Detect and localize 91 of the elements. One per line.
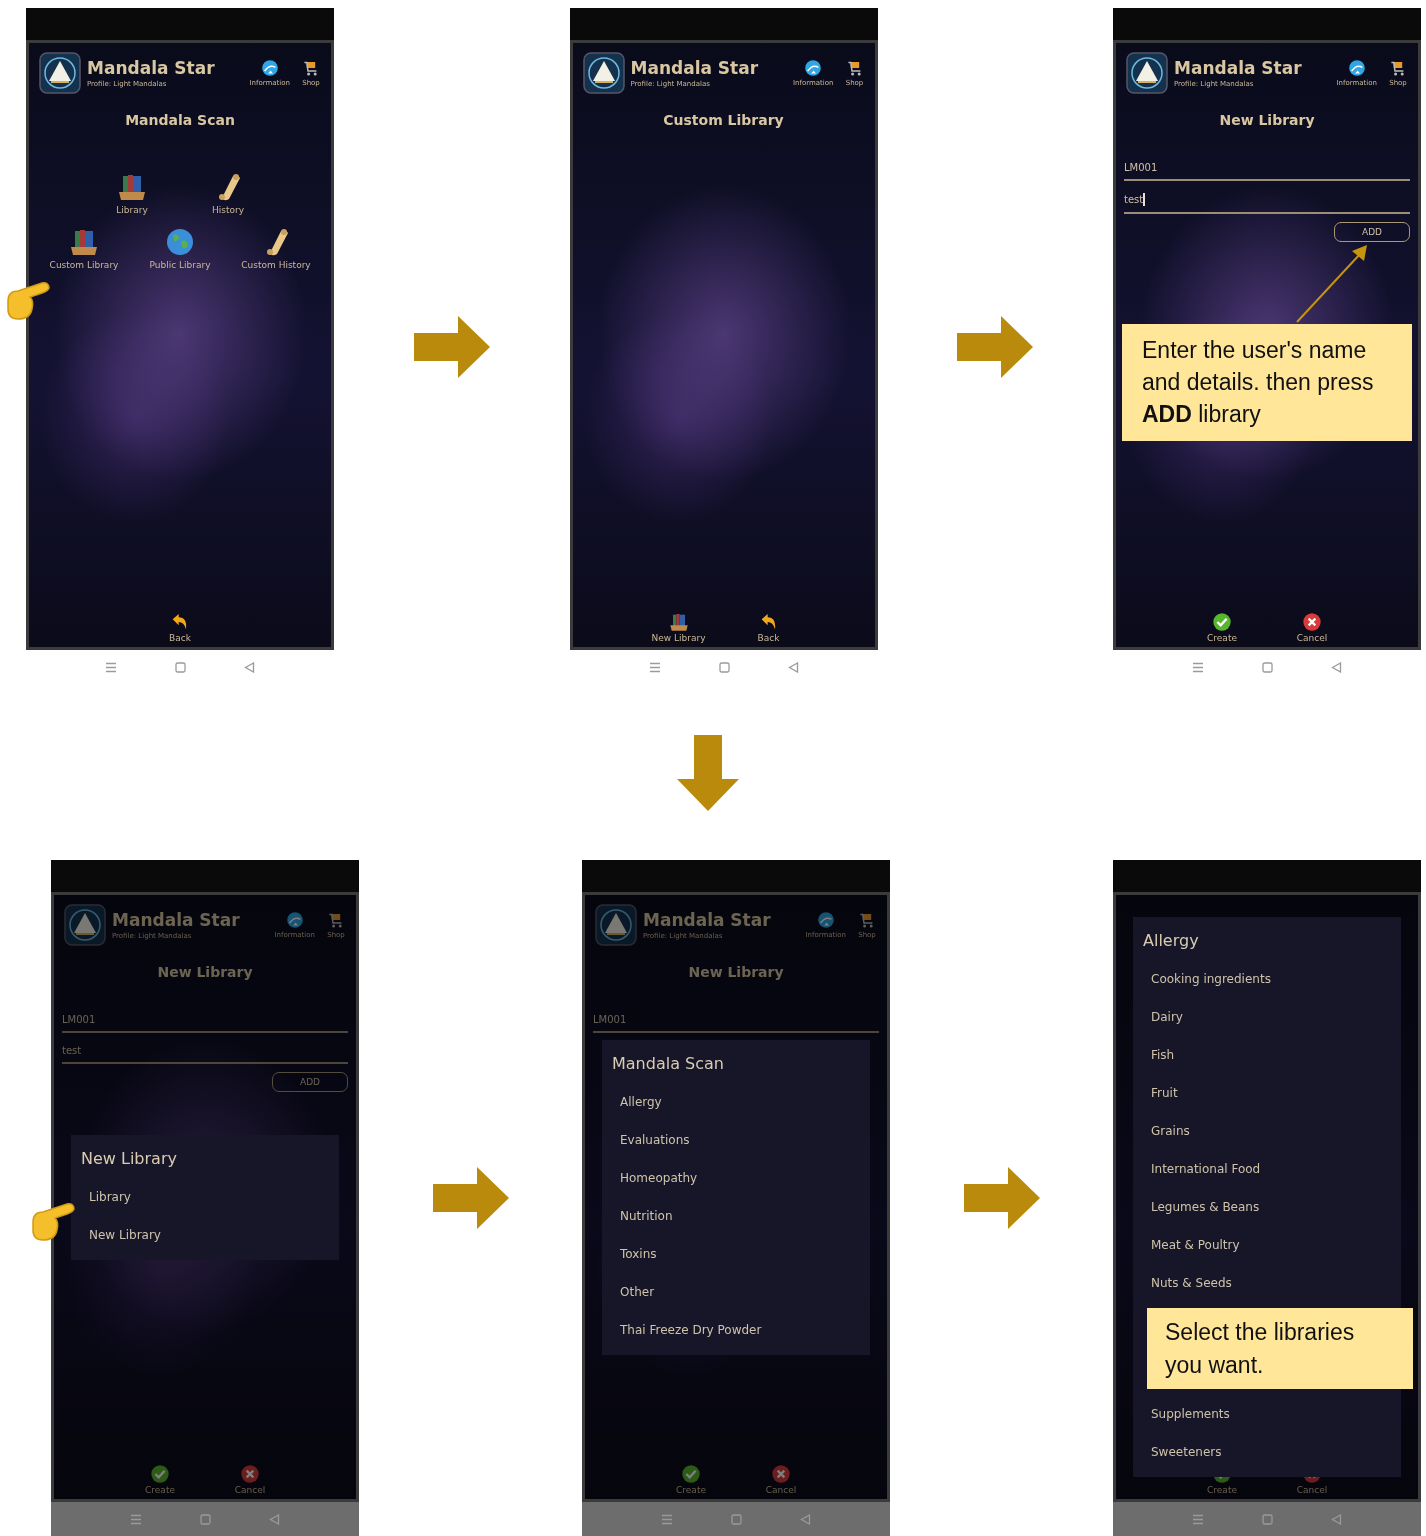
menu-item[interactable]: History: [180, 172, 276, 215]
home-icon[interactable]: [175, 662, 186, 673]
page-title: New Library: [156, 964, 254, 980]
globe-icon: [165, 227, 195, 257]
dialog-item[interactable]: Library: [71, 1177, 339, 1216]
check-icon: [150, 1464, 170, 1484]
dialog-item[interactable]: Meat & Poultry: [1133, 1226, 1401, 1265]
home-icon[interactable]: [731, 1513, 742, 1525]
dialog-item[interactable]: Evaluations: [602, 1120, 870, 1159]
menu-item[interactable]: Custom Library: [36, 227, 132, 270]
menu-item[interactable]: Library: [84, 172, 180, 215]
dialog-item[interactable]: Fish: [1133, 1036, 1401, 1075]
dialog-item[interactable]: Thai Freeze Dry Powder: [602, 1310, 870, 1349]
back-icon[interactable]: [1331, 662, 1342, 673]
instruction-callout: Select the libraries you want.: [1147, 1308, 1413, 1389]
books-icon: [668, 612, 689, 632]
page-title: Custom Library: [662, 112, 785, 128]
menu-icon[interactable]: [661, 1513, 673, 1525]
page-title: New Library: [687, 964, 785, 980]
logo-icon: [595, 904, 637, 946]
logo-icon: [64, 904, 106, 946]
menu-icon[interactable]: [1192, 1513, 1204, 1525]
action-button[interactable]: Back: [738, 612, 799, 643]
books-icon: [69, 227, 99, 257]
menu-icon[interactable]: [648, 662, 661, 673]
dialog-item[interactable]: Nutrition: [602, 1196, 870, 1235]
menu-icon[interactable]: [105, 662, 117, 673]
home-icon[interactable]: [1262, 1513, 1273, 1525]
menu-icon[interactable]: [130, 1513, 142, 1525]
dialog-item[interactable]: Toxins: [602, 1234, 870, 1273]
dialog-item[interactable]: Allergy: [602, 1082, 870, 1121]
home-icon[interactable]: [1262, 662, 1273, 673]
logo-icon: [39, 52, 81, 94]
dialog-item[interactable]: Homeopathy: [602, 1158, 870, 1197]
logo-icon: [582, 52, 625, 94]
back-icon[interactable]: [787, 662, 799, 673]
menu-item[interactable]: Public Library: [132, 227, 228, 270]
home-icon[interactable]: [200, 1513, 211, 1525]
menu-icon[interactable]: [1192, 662, 1204, 673]
cancel-icon: [771, 1464, 791, 1484]
action-button[interactable]: Back: [150, 612, 210, 643]
check-icon: [1212, 612, 1232, 632]
cart-icon: [327, 911, 345, 929]
page-title: New Library: [1218, 112, 1316, 128]
dialog-item[interactable]: Dairy: [1133, 998, 1401, 1037]
books-icon: [117, 172, 147, 202]
cart-icon: [1389, 59, 1407, 77]
cart-icon: [302, 59, 320, 77]
dialog-item[interactable]: Legumes & Beans: [1133, 1188, 1401, 1227]
dialog-item[interactable]: Cooking ingredients: [1133, 960, 1401, 999]
dialog-item[interactable]: Grains: [1133, 1112, 1401, 1151]
info-globe-icon: [816, 911, 835, 929]
add-button[interactable]: ADD: [1334, 222, 1410, 242]
dialog-item[interactable]: Supplements: [1133, 1394, 1401, 1433]
text-field[interactable]: test: [1124, 181, 1410, 214]
cancel-icon: [240, 1464, 260, 1484]
logo-icon: [1126, 52, 1168, 94]
app-title: Mandala Star: [1174, 58, 1303, 78]
page-title: Mandala Scan: [124, 112, 236, 128]
info-globe-icon: [1347, 59, 1366, 77]
action-button[interactable]: Create: [1192, 612, 1252, 643]
app-title: Mandala Star: [643, 910, 772, 930]
dialog-item[interactable]: Nuts & Seeds: [1133, 1264, 1401, 1303]
dialog-title: New Library: [80, 1147, 178, 1170]
menu-item[interactable]: Custom History: [228, 227, 324, 270]
check-icon: [681, 1464, 701, 1484]
instruction-callout: Enter the user's name and details. then press ADD library: [1122, 324, 1412, 441]
cancel-icon: [1302, 612, 1322, 632]
dialog-item[interactable]: Fruit: [1133, 1074, 1401, 1113]
info-globe-icon: [804, 59, 823, 77]
home-icon[interactable]: [718, 662, 730, 673]
dialog-item[interactable]: International Food: [1133, 1150, 1401, 1189]
action-button[interactable]: New Library: [648, 612, 709, 643]
action-button[interactable]: Cancel: [1282, 612, 1342, 643]
text-field[interactable]: LM001: [1124, 150, 1410, 181]
info-globe-icon: [285, 911, 304, 929]
dialog-item[interactable]: New Library: [71, 1215, 339, 1254]
app-title: Mandala Star: [112, 910, 241, 930]
back-icon[interactable]: [1331, 1513, 1342, 1525]
dialog-item[interactable]: Other: [602, 1272, 870, 1311]
cart-icon: [845, 59, 864, 77]
dialog-title: Mandala Scan: [611, 1052, 725, 1075]
info-globe-icon: [260, 59, 279, 77]
dialog-item[interactable]: Sweeteners: [1133, 1432, 1401, 1471]
back-icon[interactable]: [269, 1513, 280, 1525]
dialog-title: Allergy: [1142, 930, 1200, 953]
app-title: Mandala Star: [630, 58, 760, 78]
app-title: Mandala Star: [87, 58, 216, 78]
cart-icon: [858, 911, 876, 929]
back-icon[interactable]: [800, 1513, 811, 1525]
back-icon[interactable]: [244, 662, 255, 673]
